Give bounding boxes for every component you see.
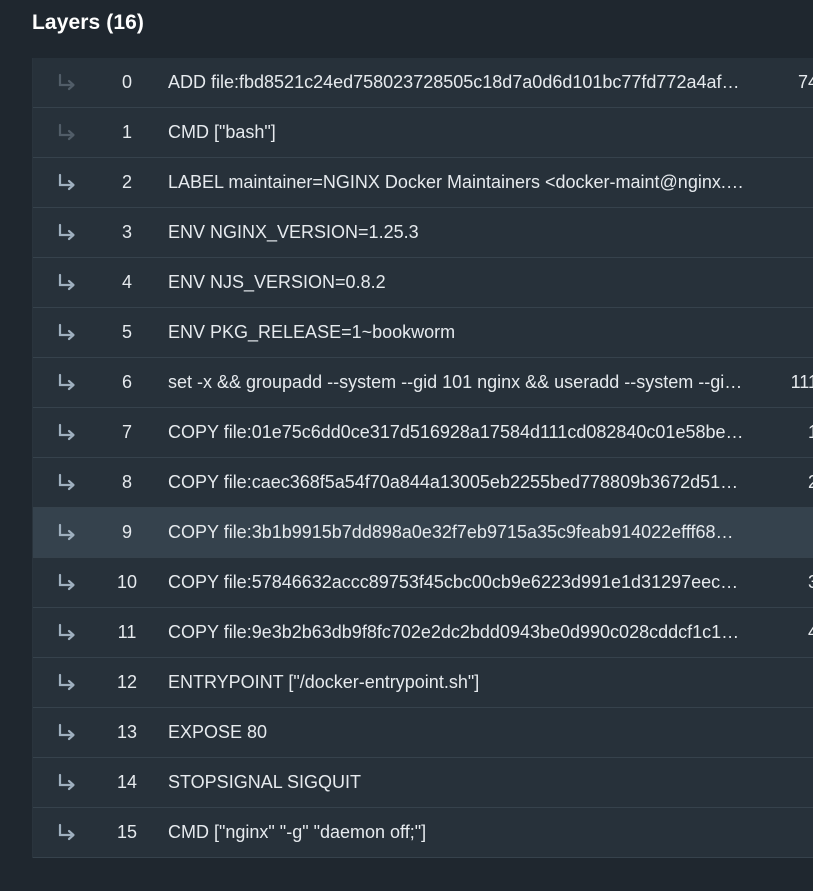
layer-index: 6 xyxy=(121,372,132,392)
layer-command: STOPSIGNAL SIGQUIT xyxy=(168,772,362,792)
layer-command: set -x && groupadd --system --gid 101 ng… xyxy=(168,372,748,392)
layer-index: 4 xyxy=(121,272,132,292)
layers-panel-title: Layers (16) xyxy=(32,11,144,34)
layer-command: ENV NGINX_VERSION=1.25.3 xyxy=(168,222,419,242)
arrow-down-right-icon xyxy=(55,172,79,194)
layer-size: 74 xyxy=(797,72,813,92)
layer-command: ADD file:fbd8521c24ed758023728505c18d7a0… xyxy=(168,72,740,92)
layer-size: 1 xyxy=(808,408,813,457)
layer-size: 2 xyxy=(808,458,813,507)
layer-row[interactable]: 15 CMD ["nginx" "-g" "daemon off;"] xyxy=(33,808,813,858)
layer-row[interactable]: 7 COPY file:01e75c6dd0ce317d516928a17584d… xyxy=(33,408,813,458)
layer-index: 1 xyxy=(121,122,132,142)
arrow-down-right-icon xyxy=(55,322,79,344)
arrow-down-right-icon xyxy=(55,422,79,444)
arrow-down-right-icon xyxy=(55,722,79,744)
arrow-down-right-icon xyxy=(55,222,79,244)
layer-command: CMD ["bash"] xyxy=(168,122,276,142)
arrow-down-right-icon xyxy=(55,522,79,544)
layer-command: ENV PKG_RELEASE=1~bookworm xyxy=(168,322,456,342)
arrow-down-right-icon xyxy=(55,122,79,144)
layer-command: ENV NJS_VERSION=0.8.2 xyxy=(168,272,386,292)
arrow-down-right-icon xyxy=(55,772,79,794)
arrow-down-right-icon xyxy=(55,672,79,694)
layer-command: COPY file:57846632accc89753f45cbc00cb9e6… xyxy=(168,572,739,592)
layer-index: 7 xyxy=(121,422,132,442)
layers-table: 0 ADD file:fbd8521c24ed758023728505c18d7a… xyxy=(32,58,813,858)
layer-row[interactable]: 14 STOPSIGNAL SIGQUIT xyxy=(33,758,813,808)
layer-row[interactable]: 4 ENV NJS_VERSION=0.8.2 xyxy=(33,258,813,308)
layer-index: 12 xyxy=(116,672,138,692)
layer-size: 4 xyxy=(808,608,813,657)
arrow-down-right-icon xyxy=(55,372,79,394)
layer-command: COPY file:caec368f5a54f70a844a13005eb225… xyxy=(168,472,739,492)
arrow-down-right-icon xyxy=(55,472,79,494)
layer-index: 0 xyxy=(121,72,132,92)
layer-command: COPY file:01e75c6dd0ce317d516928a17584d1… xyxy=(168,422,744,442)
layer-row[interactable]: 6 set -x && groupadd --system --gid 101 n… xyxy=(33,358,813,408)
layer-row[interactable]: 13 EXPOSE 80 xyxy=(33,708,813,758)
arrow-down-right-icon xyxy=(55,822,79,844)
layer-index: 14 xyxy=(116,772,138,792)
layer-row[interactable]: 2 LABEL maintainer=NGINX Docker Maintaine… xyxy=(33,158,813,208)
layer-row[interactable]: 3 ENV NGINX_VERSION=1.25.3 xyxy=(33,208,813,258)
layer-index: 8 xyxy=(121,472,132,492)
layer-command: LABEL maintainer=NGINX Docker Maintainer… xyxy=(168,172,748,192)
layer-command: EXPOSE 80 xyxy=(168,722,268,742)
layer-size: 3 xyxy=(808,558,813,607)
arrow-down-right-icon xyxy=(55,572,79,594)
layer-row[interactable]: 12 ENTRYPOINT ["/docker-entrypoint.sh"] xyxy=(33,658,813,708)
layer-row[interactable]: 10 COPY file:57846632accc89753f45cbc00cb9… xyxy=(33,558,813,608)
layer-row[interactable]: 8 COPY file:caec368f5a54f70a844a13005eb22… xyxy=(33,458,813,508)
arrow-down-right-icon xyxy=(55,72,79,94)
layer-index: 13 xyxy=(116,722,138,742)
layer-command: CMD ["nginx" "-g" "daemon off;"] xyxy=(168,822,427,842)
layer-index: 5 xyxy=(121,322,132,342)
layer-row[interactable]: 0 ADD file:fbd8521c24ed758023728505c18d7a… xyxy=(33,58,813,108)
layer-index: 11 xyxy=(117,622,137,642)
layer-index: 3 xyxy=(121,222,132,242)
layer-index: 9 xyxy=(121,522,132,542)
layer-index: 2 xyxy=(121,172,132,192)
layer-index: 10 xyxy=(116,572,138,592)
layer-size: 111 xyxy=(790,372,813,392)
layer-row[interactable]: 1 CMD ["bash"] xyxy=(33,108,813,158)
layer-command: COPY file:9e3b2b63db9f8fc702e2dc2bdd0943… xyxy=(168,622,740,642)
arrow-down-right-icon xyxy=(55,622,79,644)
layer-command: COPY file:3b1b9915b7dd898a0e32f7eb9715a3… xyxy=(168,522,734,542)
layer-row[interactable]: 11 COPY file:9e3b2b63db9f8fc702e2dc2bdd09… xyxy=(33,608,813,658)
arrow-down-right-icon xyxy=(55,272,79,294)
layer-index: 15 xyxy=(116,822,138,842)
layer-command: ENTRYPOINT ["/docker-entrypoint.sh"] xyxy=(168,672,480,692)
layer-row[interactable]: 9 COPY file:3b1b9915b7dd898a0e32f7eb9715a… xyxy=(33,508,813,558)
layer-row[interactable]: 5 ENV PKG_RELEASE=1~bookworm xyxy=(33,308,813,358)
